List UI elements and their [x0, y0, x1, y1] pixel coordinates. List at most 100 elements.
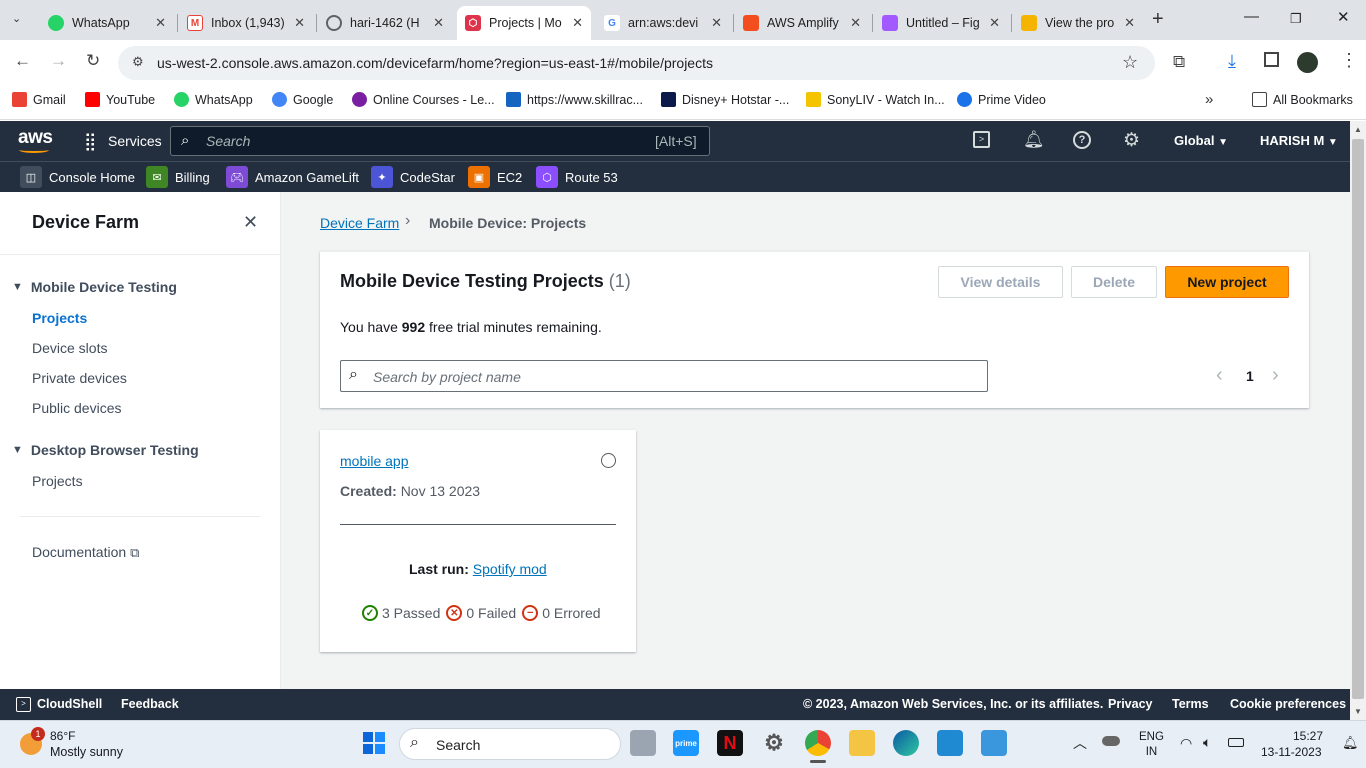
close-tab-icon[interactable]: ✕	[850, 15, 861, 31]
paint-app-icon[interactable]	[981, 730, 1007, 756]
sidebar-item-public-devices[interactable]: Public devices	[32, 400, 122, 416]
close-tab-icon[interactable]: ✕	[572, 15, 583, 31]
account-menu[interactable]: HARISH M ▼	[1260, 133, 1338, 148]
tab-projects-active[interactable]: ⬡ Projects | Mo ✕	[457, 6, 591, 40]
more-bookmarks-chevron-icon[interactable]: »	[1205, 91, 1213, 108]
close-tab-icon[interactable]: ✕	[989, 15, 1000, 31]
volume-icon[interactable]: 🔈︎	[1203, 734, 1211, 751]
clock-time[interactable]: 15:27	[1293, 729, 1323, 743]
tab-google-arn[interactable]: Garn:aws:devi ✕	[596, 6, 730, 40]
breadcrumb-device-farm[interactable]: Device Farm	[320, 215, 399, 231]
bookmark-online-courses[interactable]: Online Courses - Le...	[352, 92, 495, 107]
close-tab-icon[interactable]: ✕	[294, 15, 305, 31]
notification-bell-icon[interactable]: 🔔︎	[1342, 735, 1359, 751]
bookmark-prime-video[interactable]: Prime Video	[957, 92, 1046, 107]
bookmark-hotstar[interactable]: Disney+ Hotstar -...	[661, 92, 789, 107]
scroll-up-arrow-icon[interactable]: ▲	[1354, 125, 1362, 134]
task-view-icon[interactable]	[630, 730, 656, 756]
services-grid-icon[interactable]: ⣿	[84, 132, 96, 152]
pagination-prev-icon[interactable]: ‹	[1216, 364, 1223, 387]
favorite-console-home[interactable]: ◫ Console Home	[20, 166, 135, 188]
sidebar-item-desktop-projects[interactable]: Projects	[32, 473, 83, 489]
tab-aws-amplify[interactable]: AWS Amplify ✕	[735, 6, 869, 40]
tab-github[interactable]: hari-1462 (H ✕	[318, 6, 452, 40]
profile-avatar[interactable]	[1297, 52, 1318, 73]
sidebar-documentation-link[interactable]: Documentation ⧉	[32, 544, 139, 561]
services-menu[interactable]: Services	[108, 133, 162, 149]
bookmark-skillrack[interactable]: https://www.skillrac...	[506, 92, 643, 107]
pagination-page-number[interactable]: 1	[1246, 368, 1254, 384]
favorite-billing[interactable]: ✉ Billing	[146, 166, 210, 188]
vscode-app-icon[interactable]	[937, 730, 963, 756]
feedback-link[interactable]: Feedback	[121, 697, 179, 711]
close-sidebar-icon[interactable]: ✕	[243, 212, 258, 233]
section-desktop-browser-testing[interactable]: ▼ Desktop Browser Testing	[12, 442, 199, 458]
bookmark-gmail[interactable]: Gmail	[12, 92, 66, 107]
close-tab-icon[interactable]: ✕	[433, 15, 444, 31]
chrome-app-icon[interactable]	[805, 730, 831, 756]
aws-logo[interactable]: aws	[18, 127, 53, 149]
region-selector[interactable]: Global ▼	[1174, 133, 1228, 148]
minimize-window-icon[interactable]: —	[1244, 8, 1259, 25]
reload-icon[interactable]: ↻	[86, 51, 100, 71]
settings-gear-icon[interactable]: ⚙	[1123, 129, 1140, 152]
scroll-thumb[interactable]	[1352, 139, 1364, 699]
close-tab-icon[interactable]: ✕	[155, 15, 166, 31]
prime-video-app-icon[interactable]: prime	[673, 730, 699, 756]
windows-start-icon[interactable]	[361, 730, 387, 756]
forward-arrow-icon[interactable]: →	[50, 51, 67, 71]
aws-search-input[interactable]: ⌕ Search [Alt+S]	[170, 126, 710, 156]
side-panel-icon[interactable]	[1264, 52, 1279, 67]
bookmark-google[interactable]: Google	[272, 92, 333, 107]
sidebar-item-projects[interactable]: Projects	[32, 310, 87, 326]
extensions-icon[interactable]: ⧉	[1173, 52, 1185, 72]
back-arrow-icon[interactable]: ←	[14, 51, 31, 71]
taskbar-search-box[interactable]: ⌕ Search	[399, 728, 621, 760]
bookmark-star-icon[interactable]: ☆	[1122, 52, 1138, 73]
section-mobile-device-testing[interactable]: ▼ Mobile Device Testing	[12, 279, 177, 295]
browser-menu-icon[interactable]: ⋮	[1340, 50, 1358, 71]
cookie-preferences-link[interactable]: Cookie preferences	[1230, 697, 1346, 711]
tab-gmail[interactable]: M Inbox (1,943) ✕	[179, 6, 313, 40]
show-hidden-icons-chevron-icon[interactable]: ︿	[1073, 733, 1087, 753]
favorite-ec2[interactable]: ▣ EC2	[468, 166, 522, 188]
cloudshell-footer-icon[interactable]: >	[16, 697, 31, 712]
close-tab-icon[interactable]: ✕	[711, 15, 722, 31]
onedrive-cloud-icon[interactable]	[1102, 736, 1120, 746]
favorite-codestar[interactable]: ✦ CodeStar	[371, 166, 455, 188]
settings-app-icon[interactable]: ⚙	[761, 730, 787, 756]
terms-link[interactable]: Terms	[1172, 697, 1209, 711]
project-search-input[interactable]: ⌕ Search by project name	[340, 360, 988, 392]
tab-figma-untitled[interactable]: Untitled – Fig ✕	[874, 6, 1008, 40]
delete-button[interactable]: Delete	[1071, 266, 1157, 298]
bookmark-youtube[interactable]: YouTube	[85, 92, 155, 107]
site-info-icon[interactable]: ⚙	[132, 54, 144, 70]
tab-whatsapp[interactable]: WhatsApp ✕	[40, 6, 174, 40]
close-window-icon[interactable]: ✕	[1337, 8, 1350, 26]
cloudshell-icon[interactable]: >	[973, 131, 990, 148]
all-bookmarks-folder[interactable]: All Bookmarks	[1252, 92, 1353, 107]
download-icon[interactable]: ⤓	[1228, 51, 1236, 72]
pagination-next-icon[interactable]: ›	[1272, 364, 1279, 387]
language-indicator[interactable]: ENG IN	[1139, 730, 1164, 760]
view-details-button[interactable]: View details	[938, 266, 1063, 298]
edge-app-icon[interactable]	[893, 730, 919, 756]
project-select-radio[interactable]	[601, 453, 616, 468]
new-tab-plus-icon[interactable]: +	[1152, 8, 1164, 31]
tab-view-project[interactable]: View the pro ✕	[1013, 6, 1143, 40]
scroll-down-arrow-icon[interactable]: ▼	[1354, 707, 1362, 716]
restore-window-icon[interactable]: ❐	[1290, 11, 1302, 27]
new-project-button[interactable]: New project	[1165, 266, 1289, 298]
battery-icon[interactable]	[1228, 738, 1244, 747]
help-icon[interactable]: ?	[1073, 131, 1091, 149]
page-scrollbar[interactable]: ▲ ▼	[1350, 121, 1366, 720]
file-explorer-icon[interactable]	[849, 730, 875, 756]
tab-search-chevron-icon[interactable]: ⌄	[12, 12, 21, 25]
last-run-link[interactable]: Spotify mod	[473, 561, 547, 577]
bookmark-sonyliv[interactable]: SonyLIV - Watch In...	[806, 92, 945, 107]
weather-temp[interactable]: 86°F	[50, 729, 75, 743]
address-bar[interactable]: ⚙ us-west-2.console.aws.amazon.com/devic…	[118, 46, 1155, 80]
netflix-app-icon[interactable]: N	[717, 730, 743, 756]
close-tab-icon[interactable]: ✕	[1124, 15, 1135, 31]
sidebar-item-private-devices[interactable]: Private devices	[32, 370, 127, 386]
